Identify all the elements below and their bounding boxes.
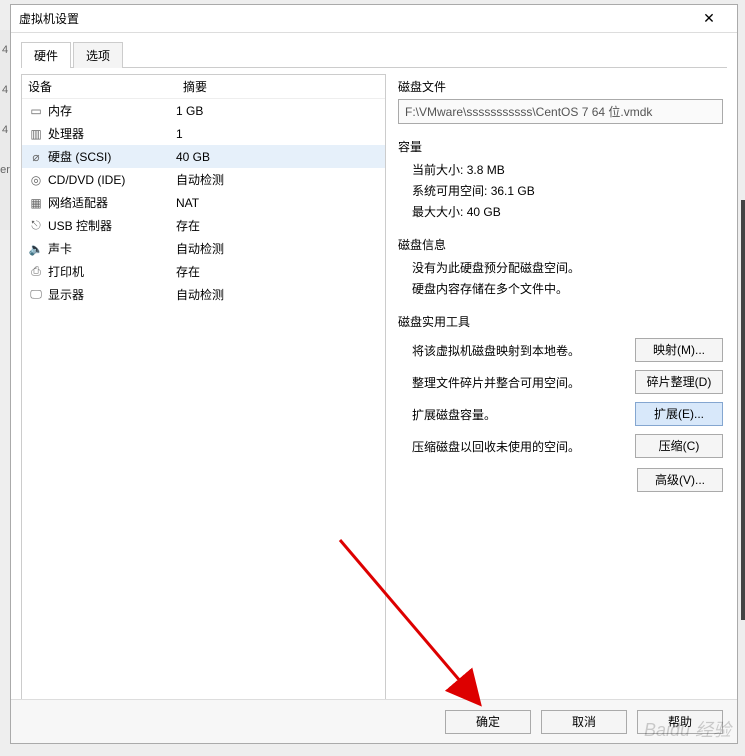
device-icon: ▥ [28, 127, 44, 141]
disk-info-1: 没有为此硬盘预分配磁盘空间。 [398, 257, 723, 278]
capacity-label: 容量 [398, 138, 723, 155]
map-desc: 将该虚拟机磁盘映射到本地卷。 [412, 342, 635, 359]
col-device: 设备 [28, 78, 183, 95]
ok-button[interactable]: 确定 [445, 710, 531, 734]
max-size: 40 GB [467, 205, 501, 219]
tab-options[interactable]: 选项 [73, 42, 123, 68]
hardware-list[interactable]: 设备 摘要 ▭内存1 GB▥处理器1⌀硬盘 (SCSI)40 GB◎CD/DVD… [21, 74, 386, 704]
tab-hardware[interactable]: 硬件 [21, 42, 71, 68]
footer: 确定 取消 帮助 [11, 699, 737, 743]
settings-window: 虚拟机设置 ✕ 硬件 选项 设备 摘要 ▭内存1 GB▥处理器1⌀硬盘 (SCS… [10, 4, 738, 744]
current-size: 3.8 MB [467, 163, 505, 177]
disk-file-label: 磁盘文件 [398, 78, 723, 95]
expand-desc: 扩展磁盘容量。 [412, 406, 635, 423]
disk-info-2: 硬盘内容存储在多个文件中。 [398, 278, 723, 299]
window-title: 虚拟机设置 [19, 10, 689, 27]
list-item[interactable]: ◎CD/DVD (IDE)自动检测 [22, 168, 385, 191]
list-item[interactable]: ⌀硬盘 (SCSI)40 GB [22, 145, 385, 168]
list-item[interactable]: ▦网络适配器NAT [22, 191, 385, 214]
compact-button[interactable]: 压缩(C) [635, 434, 723, 458]
defrag-desc: 整理文件碎片并整合可用空间。 [412, 374, 635, 391]
defrag-button[interactable]: 碎片整理(D) [635, 370, 723, 394]
device-icon: 🔈 [28, 242, 44, 256]
device-icon: 🖵 [28, 288, 44, 302]
device-icon: ⎋ [28, 219, 44, 233]
device-icon: ⌀ [28, 150, 44, 164]
device-icon: ⎙ [28, 265, 44, 279]
advanced-button[interactable]: 高级(V)... [637, 468, 723, 492]
map-button[interactable]: 映射(M)... [635, 338, 723, 362]
compact-desc: 压缩磁盘以回收未使用的空间。 [412, 438, 635, 455]
titlebar: 虚拟机设置 ✕ [11, 5, 737, 33]
col-summary: 摘要 [183, 78, 207, 95]
device-icon: ▭ [28, 104, 44, 118]
list-item[interactable]: 🖵显示器自动检测 [22, 283, 385, 306]
device-icon: ◎ [28, 173, 44, 187]
list-item[interactable]: ⎋USB 控制器存在 [22, 214, 385, 237]
device-icon: ▦ [28, 196, 44, 210]
expand-button[interactable]: 扩展(E)... [635, 402, 723, 426]
tools-label: 磁盘实用工具 [398, 313, 723, 330]
list-item[interactable]: ▭内存1 GB [22, 99, 385, 122]
tabs: 硬件 选项 [21, 41, 727, 68]
watermark: Baidu 经验 [644, 716, 731, 742]
cancel-button[interactable]: 取消 [541, 710, 627, 734]
disk-file-field[interactable]: F:\VMware\sssssssssss\CentOS 7 64 位.vmdk [398, 99, 723, 124]
free-space: 36.1 GB [491, 184, 535, 198]
list-item[interactable]: ⎙打印机存在 [22, 260, 385, 283]
disk-info-label: 磁盘信息 [398, 236, 723, 253]
close-icon[interactable]: ✕ [689, 10, 729, 27]
list-item[interactable]: 🔈声卡自动检测 [22, 237, 385, 260]
list-item[interactable]: ▥处理器1 [22, 122, 385, 145]
